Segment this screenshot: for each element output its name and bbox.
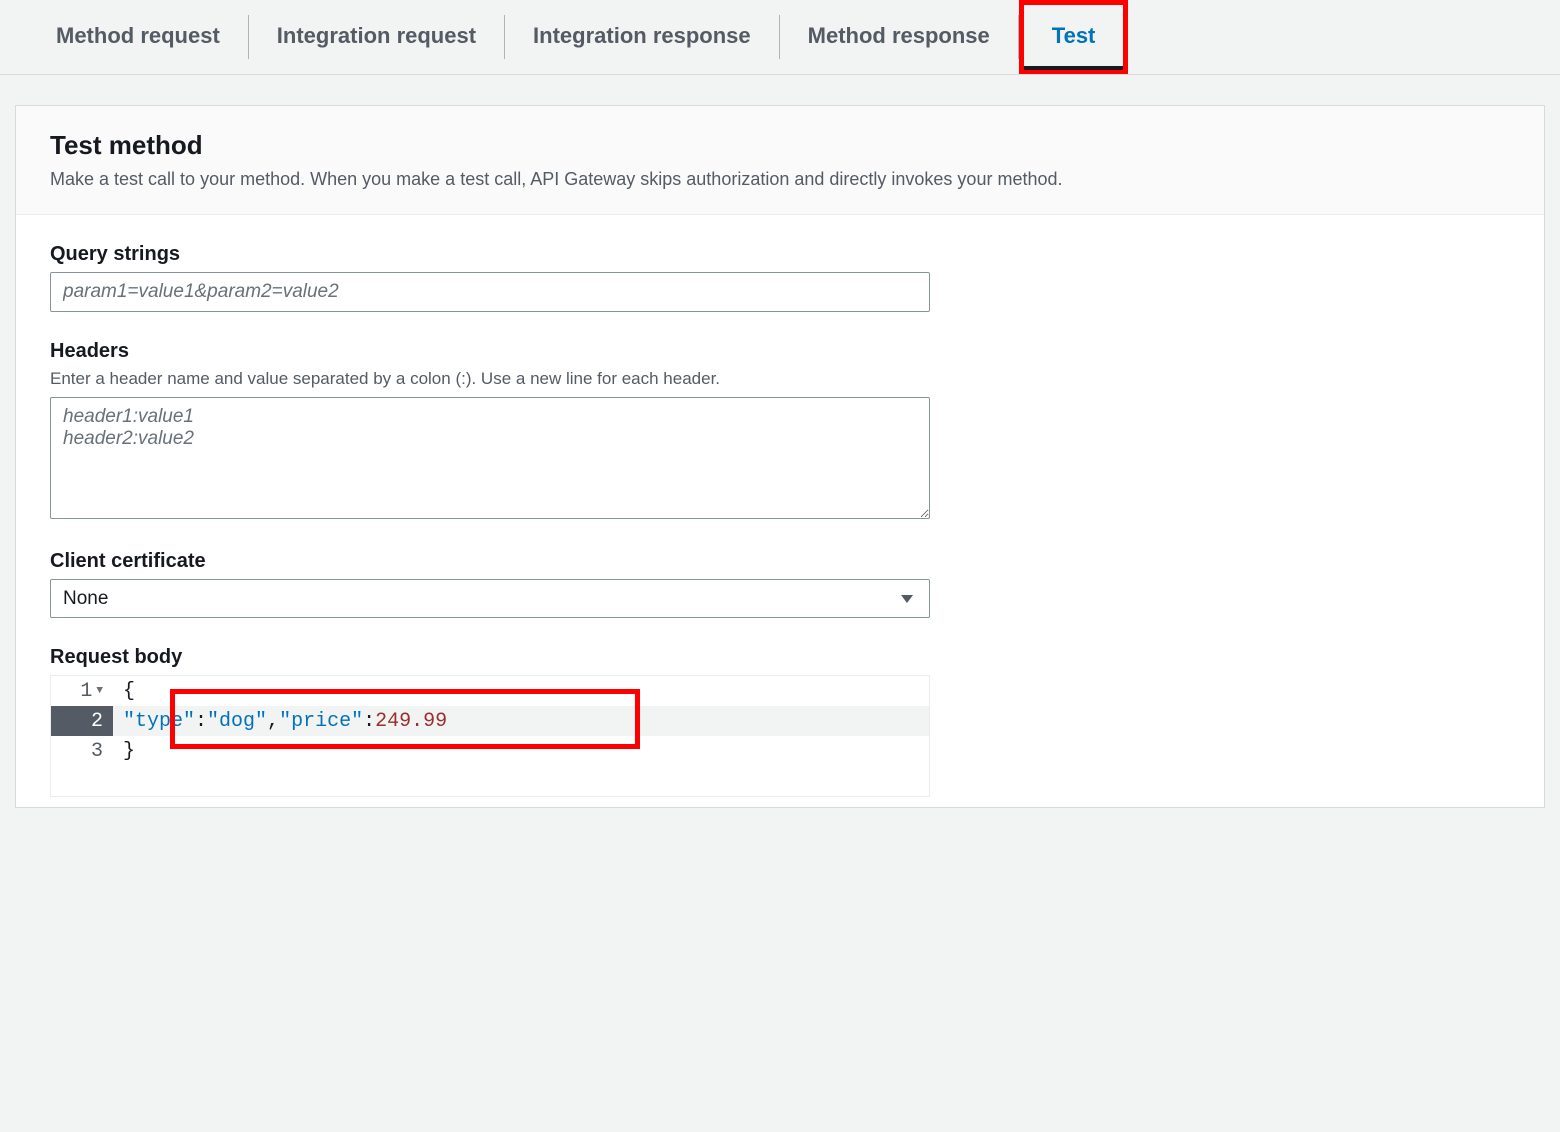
line-number [51, 766, 113, 796]
headers-label: Headers [50, 340, 930, 363]
panel-body: Query strings Headers Enter a header nam… [16, 215, 1544, 807]
request-body-editor[interactable]: 1 ▼ { 2 "type": "dog", "price": 249.99 3… [50, 675, 930, 797]
panel-title: Test method [50, 130, 1510, 161]
tab-method-request[interactable]: Method request [28, 5, 248, 69]
tab-test[interactable]: Test [1024, 5, 1124, 69]
test-method-panel: Test method Make a test call to your met… [15, 105, 1545, 808]
tab-method-response[interactable]: Method response [780, 5, 1018, 69]
tab-integration-request[interactable]: Integration request [249, 5, 504, 69]
panel-header: Test method Make a test call to your met… [16, 106, 1544, 215]
tab-integration-response[interactable]: Integration response [505, 5, 779, 69]
line-number: 3 [51, 736, 113, 766]
code-line[interactable]: } [113, 736, 929, 766]
field-request-body: Request body 1 ▼ { 2 "type": "dog", "pri… [50, 646, 930, 797]
tabs-bar: Method request Integration request Integ… [0, 0, 1560, 75]
panel-description: Make a test call to your method. When yo… [50, 169, 1510, 190]
client-certificate-select[interactable]: None [50, 579, 930, 618]
headers-input[interactable] [50, 397, 930, 519]
client-certificate-label: Client certificate [50, 550, 930, 573]
code-line[interactable]: "type": "dog", "price": 249.99 [113, 706, 929, 736]
field-headers: Headers Enter a header name and value se… [50, 340, 930, 522]
code-line[interactable]: { [113, 676, 929, 706]
code-line[interactable] [113, 766, 929, 796]
query-strings-input[interactable] [50, 272, 930, 312]
line-number: 2 [51, 706, 113, 736]
field-client-certificate: Client certificate None [50, 550, 930, 618]
highlight-test-tab: Test [1019, 0, 1129, 74]
line-number: 1 ▼ [51, 676, 113, 706]
field-query-strings: Query strings [50, 243, 930, 312]
fold-caret-icon[interactable]: ▼ [96, 685, 103, 697]
query-strings-label: Query strings [50, 243, 930, 266]
headers-hint: Enter a header name and value separated … [50, 369, 930, 389]
request-body-label: Request body [50, 646, 930, 669]
